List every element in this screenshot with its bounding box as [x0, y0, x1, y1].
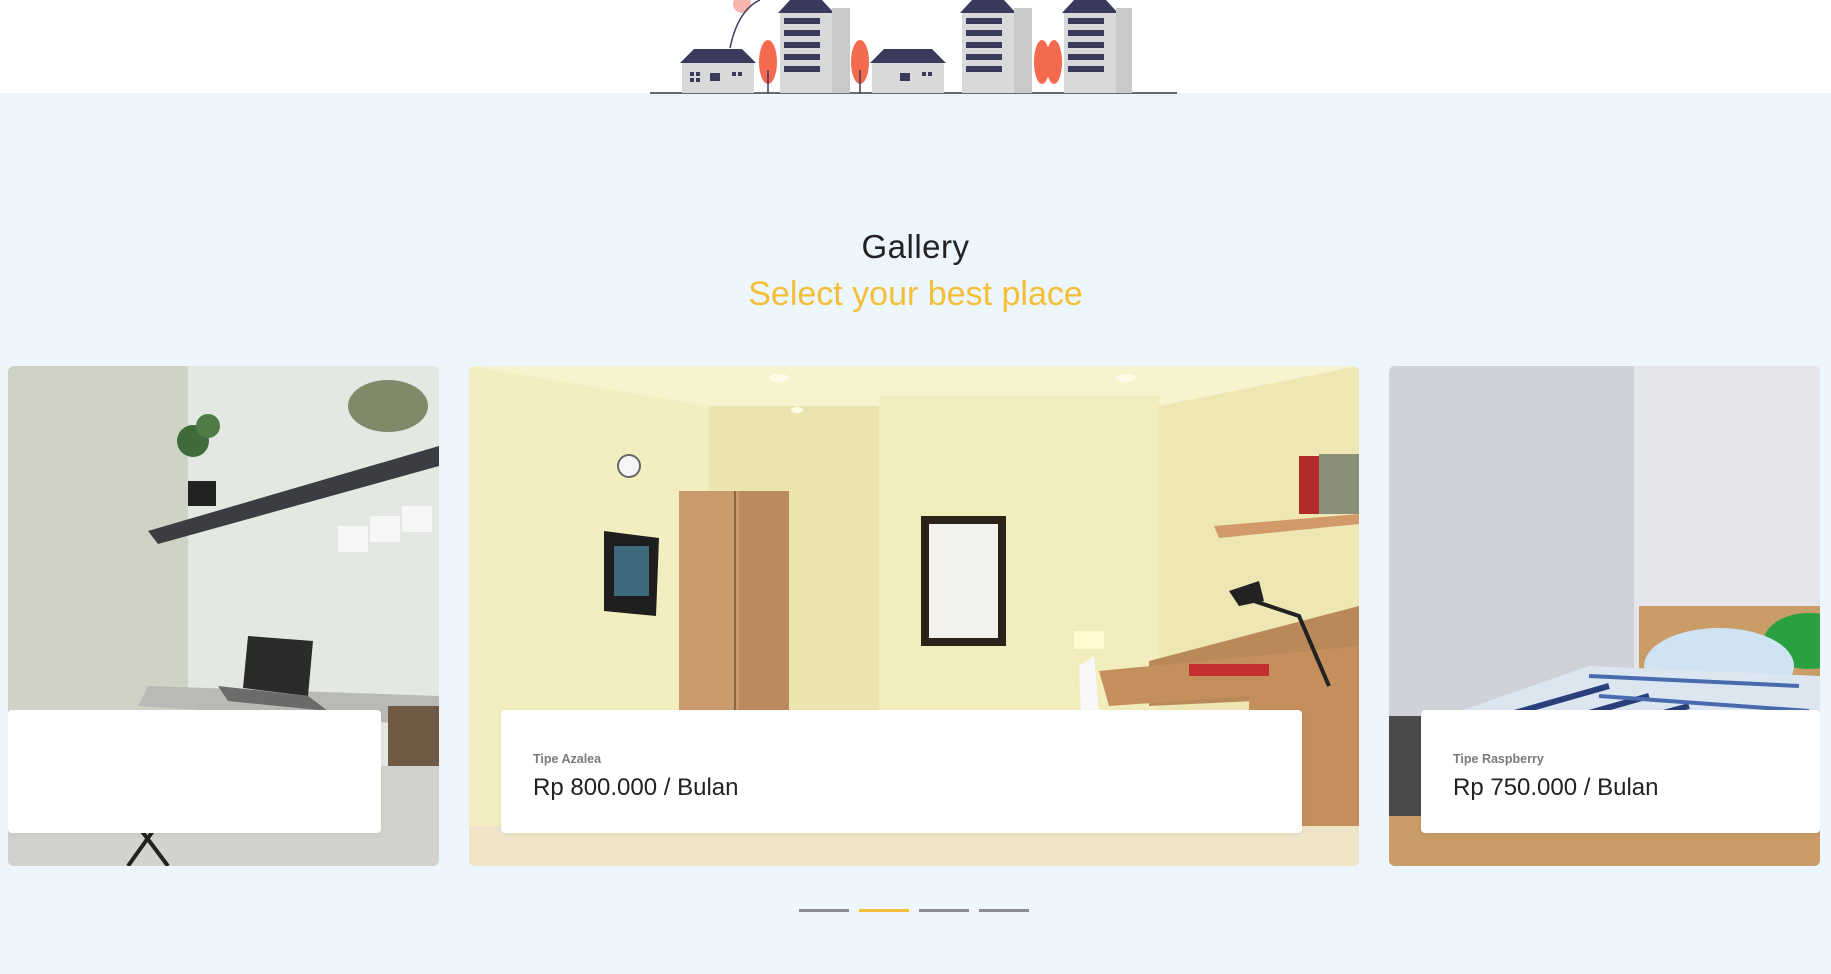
carousel-dot-1[interactable]: [799, 909, 849, 912]
carousel-dot-3[interactable]: [919, 909, 969, 912]
carousel-dot-4[interactable]: [979, 909, 1029, 912]
carousel-dot-2[interactable]: [859, 909, 909, 912]
card-info-panel: Tipe Azalea Rp 800.000 / Bulan: [501, 710, 1302, 833]
gallery-heading: Gallery: [861, 228, 970, 265]
gallery-card-2[interactable]: Tipe Azalea Rp 800.000 / Bulan: [469, 366, 1359, 866]
gallery-subheading: Select your best place: [748, 275, 1083, 313]
gallery-card-3[interactable]: Tipe Raspberry Rp 750.000 / Bulan: [1389, 366, 1820, 866]
city-buildings-illustration: [650, 0, 1177, 94]
room-price: Rp 750.000 / Bulan: [1453, 774, 1659, 801]
room-type-label: Tipe Azalea: [533, 752, 602, 766]
gallery-card-1[interactable]: [8, 366, 439, 866]
room-type-label: Tipe Raspberry: [1453, 752, 1544, 766]
room-price: Rp 800.000 / Bulan: [533, 774, 739, 801]
card-info-panel: Tipe Raspberry Rp 750.000 / Bulan: [1421, 710, 1820, 833]
card-info-panel: [8, 710, 381, 833]
